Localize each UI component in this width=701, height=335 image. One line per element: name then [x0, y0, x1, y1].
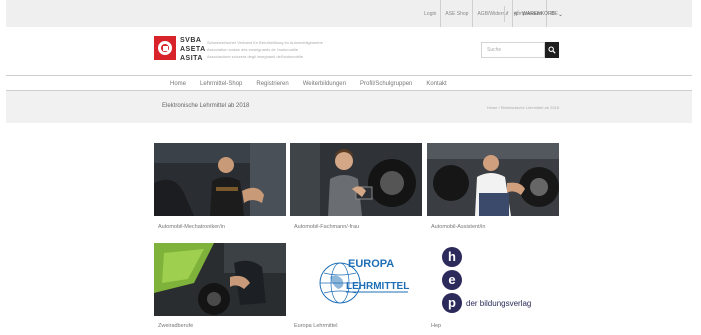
logo-mark — [154, 36, 176, 60]
hep-logo: h e p der bildungsverlag — [427, 243, 559, 316]
nav-item-home[interactable]: Home — [170, 81, 186, 87]
breadcrumb: Home / Elektronische Lehrmittel ab 2018 — [486, 105, 559, 110]
search-icon — [548, 46, 556, 54]
top-utility-bar: Login ASE Shop AGB/Widerruf Impressum DE… — [6, 0, 692, 27]
europa-word: EUROPA — [348, 258, 394, 270]
card-label: Hep — [431, 323, 442, 329]
search-input[interactable]: Suche — [481, 42, 545, 58]
card-image — [290, 143, 422, 216]
nav-item-register[interactable]: Registrieren — [256, 81, 288, 87]
chevron-down-icon: ⌄ — [557, 11, 563, 18]
cart-label: WARENKORB — [522, 11, 555, 17]
logo-text: SVBA ASETA ASITA — [180, 37, 206, 62]
hep-letter-p: p — [448, 295, 456, 310]
card-image — [427, 143, 559, 216]
category-card-hep[interactable]: h e p der bildungsverlag Hep — [427, 243, 559, 331]
page-title: Elektronische Lehrmittel ab 2018 — [162, 103, 250, 109]
category-card-two-wheel[interactable]: Zweiradberufe — [154, 243, 286, 331]
shop-link[interactable]: ASE Shop — [440, 0, 472, 27]
europa-logo: EUROPA LEHRMITTEL — [290, 243, 422, 316]
organization-names: Schweizerischer Verband für Berufsbildun… — [207, 40, 323, 59]
nav-item-training[interactable]: Weiterbildungen — [303, 81, 346, 87]
page-header: Elektronische Lehrmittel ab 2018 Home / … — [6, 91, 692, 123]
nav-item-contact[interactable]: Kontakt — [426, 81, 446, 87]
hep-letter-h: h — [448, 249, 456, 264]
site-logo[interactable]: SVBA ASETA ASITA — [154, 36, 206, 66]
search-button[interactable] — [545, 42, 559, 58]
category-card-technician[interactable]: Automobil-Fachmann/-frau — [290, 143, 422, 231]
login-link[interactable]: Login — [420, 0, 440, 27]
hep-tagline: der bildungsverlag — [466, 299, 531, 308]
cart-button[interactable]: 🛒︎ WARENKORB ⌄ — [504, 6, 564, 22]
card-label: Automobil-Assistent/in — [431, 224, 486, 230]
hep-letter-e: e — [448, 272, 455, 287]
category-card-mechatronics[interactable]: Automobil-Mechatroniker/in — [154, 143, 286, 231]
nav-item-shop[interactable]: Lehrmittel-Shop — [200, 81, 242, 87]
card-label: Zweiradberufe — [158, 323, 194, 329]
lehrmittel-word: LEHRMITTEL — [346, 281, 409, 292]
card-label: Automobil-Fachmann/-frau — [294, 224, 360, 230]
main-navigation: Home Lehrmittel-Shop Registrieren Weiter… — [6, 75, 692, 91]
category-card-assistant[interactable]: Automobil-Assistent/in — [427, 143, 559, 231]
card-image — [154, 243, 286, 316]
category-card-europa[interactable]: EUROPA LEHRMITTEL Europa Lehrmittel — [290, 243, 422, 331]
card-label: Europa Lehrmittel — [294, 323, 338, 329]
card-image — [154, 143, 286, 216]
nav-item-profile[interactable]: Profil/Schulgruppen — [360, 81, 412, 87]
cart-icon: 🛒︎ — [513, 11, 520, 17]
card-label: Automobil-Mechatroniker/in — [158, 224, 225, 230]
